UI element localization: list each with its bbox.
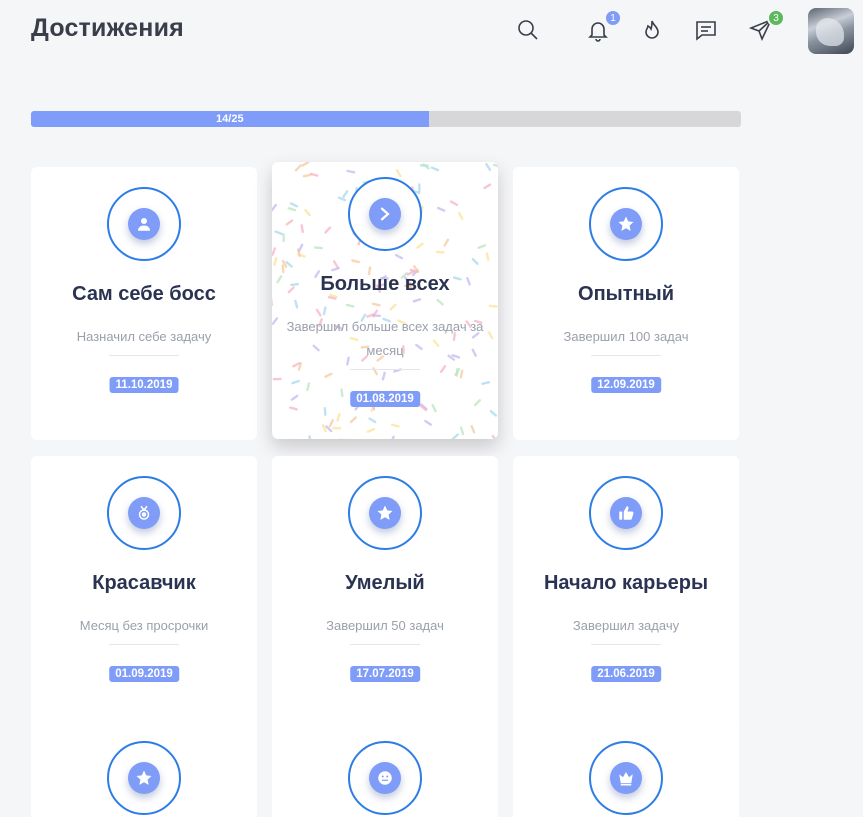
- achievement-date-badge: 11.10.2019: [109, 377, 179, 393]
- achievement-badge: [589, 741, 663, 815]
- achievement-description: Завершил 100 задач: [563, 329, 689, 344]
- achievement-date-badge: 01.08.2019: [350, 391, 420, 407]
- achievement-description: Завершил больше всех задач за месяц: [286, 319, 484, 358]
- achievement-title: Опытный: [578, 283, 674, 305]
- achievement-title: Умелый: [345, 572, 425, 594]
- achievement-badge: [107, 187, 181, 261]
- page-title: Достижения: [31, 14, 184, 42]
- achievement-badge: [348, 741, 422, 815]
- achievement-description: Месяц без просрочки: [79, 618, 209, 633]
- achievement-date-badge: 21.06.2019: [591, 666, 661, 682]
- star-icon: [369, 497, 401, 529]
- divider: [350, 369, 420, 370]
- achievement-card[interactable]: Опытный Завершил 100 задач 12.09.2019: [513, 167, 739, 440]
- achievement-card[interactable]: Начало карьеры Завершил задачу 21.06.2019: [513, 456, 739, 729]
- user-icon: [128, 208, 160, 240]
- achievement-card[interactable]: [513, 721, 739, 817]
- achievement-card[interactable]: Умелый Завершил 50 задач 17.07.2019: [272, 456, 498, 729]
- send-icon[interactable]: 3: [747, 9, 785, 44]
- achievement-title: Сам себе босс: [72, 283, 216, 305]
- divider: [591, 644, 661, 645]
- notification-count-badge: 1: [604, 9, 622, 27]
- divider: [109, 644, 179, 645]
- divider: [109, 355, 179, 356]
- achievement-title: Красавчик: [92, 572, 196, 594]
- medal-icon: [128, 497, 160, 529]
- star-icon: [610, 208, 642, 240]
- search-icon[interactable]: [514, 16, 542, 44]
- achievement-card[interactable]: [272, 721, 498, 817]
- arrow-right-icon: [369, 198, 401, 230]
- messages-count-badge: 3: [767, 9, 785, 27]
- achievement-title: Начало карьеры: [543, 572, 709, 594]
- star-icon: [128, 762, 160, 794]
- achievement-badge: [348, 476, 422, 550]
- achievement-badge: [589, 476, 663, 550]
- crown-icon: [610, 762, 642, 794]
- achievement-title: Больше всех: [320, 273, 450, 295]
- divider: [591, 355, 661, 356]
- progress-label: 14/25: [216, 113, 244, 125]
- divider: [350, 644, 420, 645]
- achievement-card[interactable]: Сам себе босс Назначил себе задачу 11.10.2…: [31, 167, 257, 440]
- achievement-card[interactable]: Больше всех Завершил больше всех задач за…: [272, 162, 498, 439]
- achievements-progress-bar: 14/25: [31, 111, 741, 127]
- achievement-badge: [107, 741, 181, 815]
- bell-icon[interactable]: 1: [584, 9, 622, 44]
- achievement-description: Завершил задачу: [572, 618, 680, 633]
- achievement-badge: [589, 187, 663, 261]
- achievement-badge: [107, 476, 181, 550]
- achievement-card[interactable]: Красавчик Месяц без просрочки 01.09.2019: [31, 456, 257, 729]
- achievement-card[interactable]: [31, 721, 257, 817]
- achievement-date-badge: 01.09.2019: [109, 666, 179, 682]
- achievement-date-badge: 12.09.2019: [591, 377, 661, 393]
- achievement-date-badge: 17.07.2019: [350, 666, 420, 682]
- achievement-description: Назначил себе задачу: [76, 329, 212, 344]
- chat-icon[interactable]: [692, 16, 720, 44]
- fire-icon[interactable]: [638, 16, 666, 44]
- achievement-description: Завершил 50 задач: [326, 618, 444, 633]
- thumbs-up-icon: [610, 497, 642, 529]
- avatar[interactable]: [808, 8, 854, 54]
- smiley-icon: [369, 762, 401, 794]
- achievement-badge: [348, 177, 422, 251]
